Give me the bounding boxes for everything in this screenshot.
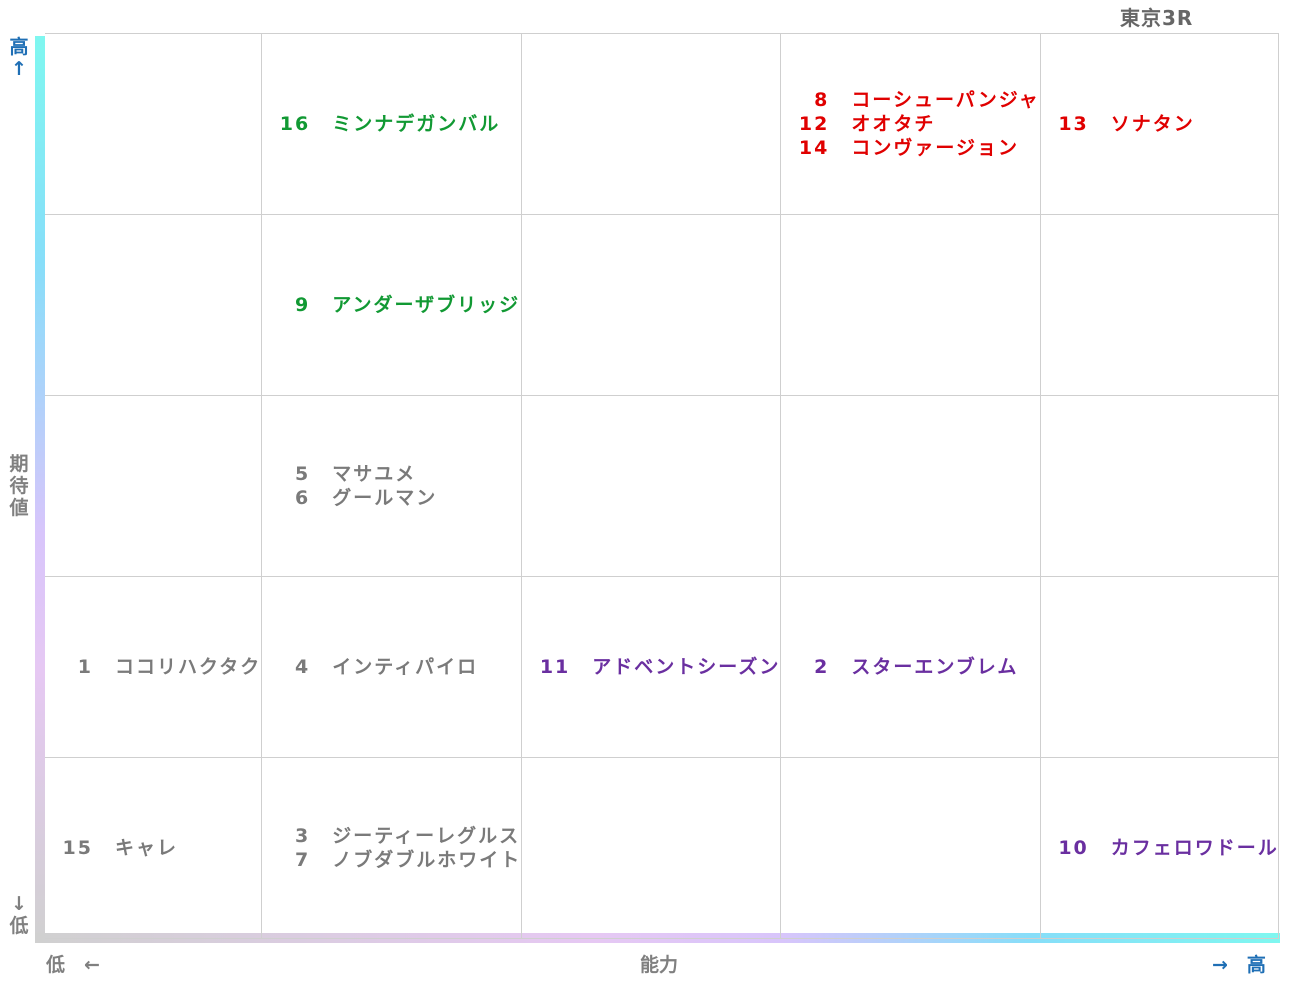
grid-cell: 4 インティパイロ <box>262 577 523 758</box>
horse-entry: 3 ジーティーレグルス <box>268 824 521 848</box>
grid-cell <box>1040 577 1279 758</box>
horse-number: 3 <box>295 825 311 847</box>
horse-number: 5 <box>295 463 311 485</box>
grid-cell <box>781 758 1041 939</box>
grid-cell <box>522 396 782 577</box>
horse-name: コンヴァージョン <box>851 137 1019 159</box>
horse-name: ココリハクタク <box>115 656 262 678</box>
horse-entry: 14 コンヴァージョン <box>787 136 1039 160</box>
grid-cell <box>45 215 263 396</box>
horse-name: インティパイロ <box>332 656 479 678</box>
horse-name: ジーティーレグルス <box>332 825 521 847</box>
horse-entry: 7 ノブダブルホワイト <box>268 848 521 872</box>
grid-cell <box>1040 396 1279 577</box>
horse-name: アドベントシーズン <box>592 656 781 678</box>
horse-name: カフェロワドール <box>1110 837 1279 859</box>
grid-cell: 11 アドベントシーズン <box>522 577 782 758</box>
horse-name: キャレ <box>115 837 179 859</box>
horse-number: 11 <box>539 656 571 678</box>
horse-number: 10 <box>1058 837 1089 859</box>
page-title: 東京3R <box>1120 6 1194 30</box>
horse-name: ソナタン <box>1110 113 1195 135</box>
horse-entry: 13 ソナタン <box>1047 112 1279 136</box>
grid-cell: 5 マサユメ 6 グールマン <box>262 396 523 577</box>
horse-entry: 8 コーシューパンジャ <box>787 88 1039 112</box>
x-axis-low-label: 低 ← <box>46 954 100 976</box>
horse-name: コーシューパンジャ <box>851 89 1040 111</box>
horse-number: 12 <box>798 113 830 135</box>
horse-number: 7 <box>295 849 311 871</box>
grid-cell: 2 スターエンブレム <box>781 577 1041 758</box>
horse-name: スターエンブレム <box>851 656 1019 678</box>
grid-cell <box>522 758 782 939</box>
horse-name: ノブダブルホワイト <box>332 849 522 871</box>
x-axis-label: 能力 <box>640 954 679 976</box>
horse-entry: 16 ミンナデガンバル <box>268 112 521 136</box>
horse-number: 13 <box>1058 113 1089 135</box>
horse-name: ミンナデガンバル <box>332 113 501 135</box>
grid-cell <box>1040 215 1279 396</box>
horse-name: アンダーザブリッジ <box>332 294 521 316</box>
grid-cell: 1 ココリハクタク <box>45 577 263 758</box>
grid-cell <box>781 396 1041 577</box>
horse-number: 1 <box>77 656 93 678</box>
horse-name: オオタチ <box>851 113 936 135</box>
horse-number: 2 <box>814 656 830 678</box>
horse-number: 8 <box>814 89 830 111</box>
horse-entry: 11 アドベントシーズン <box>528 655 780 679</box>
horse-entry: 12 オオタチ <box>787 112 1039 136</box>
grid-cell: 3 ジーティーレグルス 7 ノブダブルホワイト <box>262 758 523 939</box>
horse-name: グールマン <box>332 487 438 509</box>
y-axis-gradient-bar <box>35 36 45 942</box>
horse-name: マサユメ <box>332 463 417 485</box>
horse-entry: 9 アンダーザブリッジ <box>268 293 521 317</box>
horse-entry: 5 マサユメ <box>268 462 521 486</box>
horse-number: 6 <box>295 487 311 509</box>
grid-cell <box>522 215 782 396</box>
horse-number: 14 <box>798 137 830 159</box>
grid-cell: 10 カフェロワドール <box>1040 758 1279 939</box>
y-axis-high-label: 高 ↑ <box>9 36 29 80</box>
x-axis-high-label: → 高 <box>1212 954 1266 976</box>
horse-number: 15 <box>62 837 93 859</box>
grid-cell: 8 コーシューパンジャ 12 オオタチ 14 コンヴァージョン <box>781 34 1041 215</box>
horse-entry: 15 キャレ <box>51 836 261 860</box>
expectation-ability-grid: 16 ミンナデガンバル 8 コーシューパンジャ 12 オオタチ 14 コンヴァージョン 13 ソナ… <box>45 33 1279 939</box>
y-axis-label: 期 待 値 <box>9 453 29 519</box>
grid-cell: 16 ミンナデガンバル <box>262 34 523 215</box>
horse-entry: 1 ココリハクタク <box>51 655 261 679</box>
horse-entry: 10 カフェロワドール <box>1047 836 1279 860</box>
horse-number: 9 <box>295 294 311 316</box>
grid-cell <box>781 215 1041 396</box>
grid-cell <box>45 396 263 577</box>
grid-cell: 9 アンダーザブリッジ <box>262 215 523 396</box>
horse-number: 16 <box>279 113 311 135</box>
horse-entry: 2 スターエンブレム <box>787 655 1039 679</box>
grid-cell: 15 キャレ <box>45 758 263 939</box>
grid-cell <box>522 34 782 215</box>
grid-cell <box>45 34 263 215</box>
grid-cell: 13 ソナタン <box>1040 34 1279 215</box>
horse-number: 4 <box>295 656 311 678</box>
horse-entry: 6 グールマン <box>268 486 521 510</box>
horse-entry: 4 インティパイロ <box>268 655 521 679</box>
y-axis-low-label: ↓ 低 <box>9 893 29 937</box>
